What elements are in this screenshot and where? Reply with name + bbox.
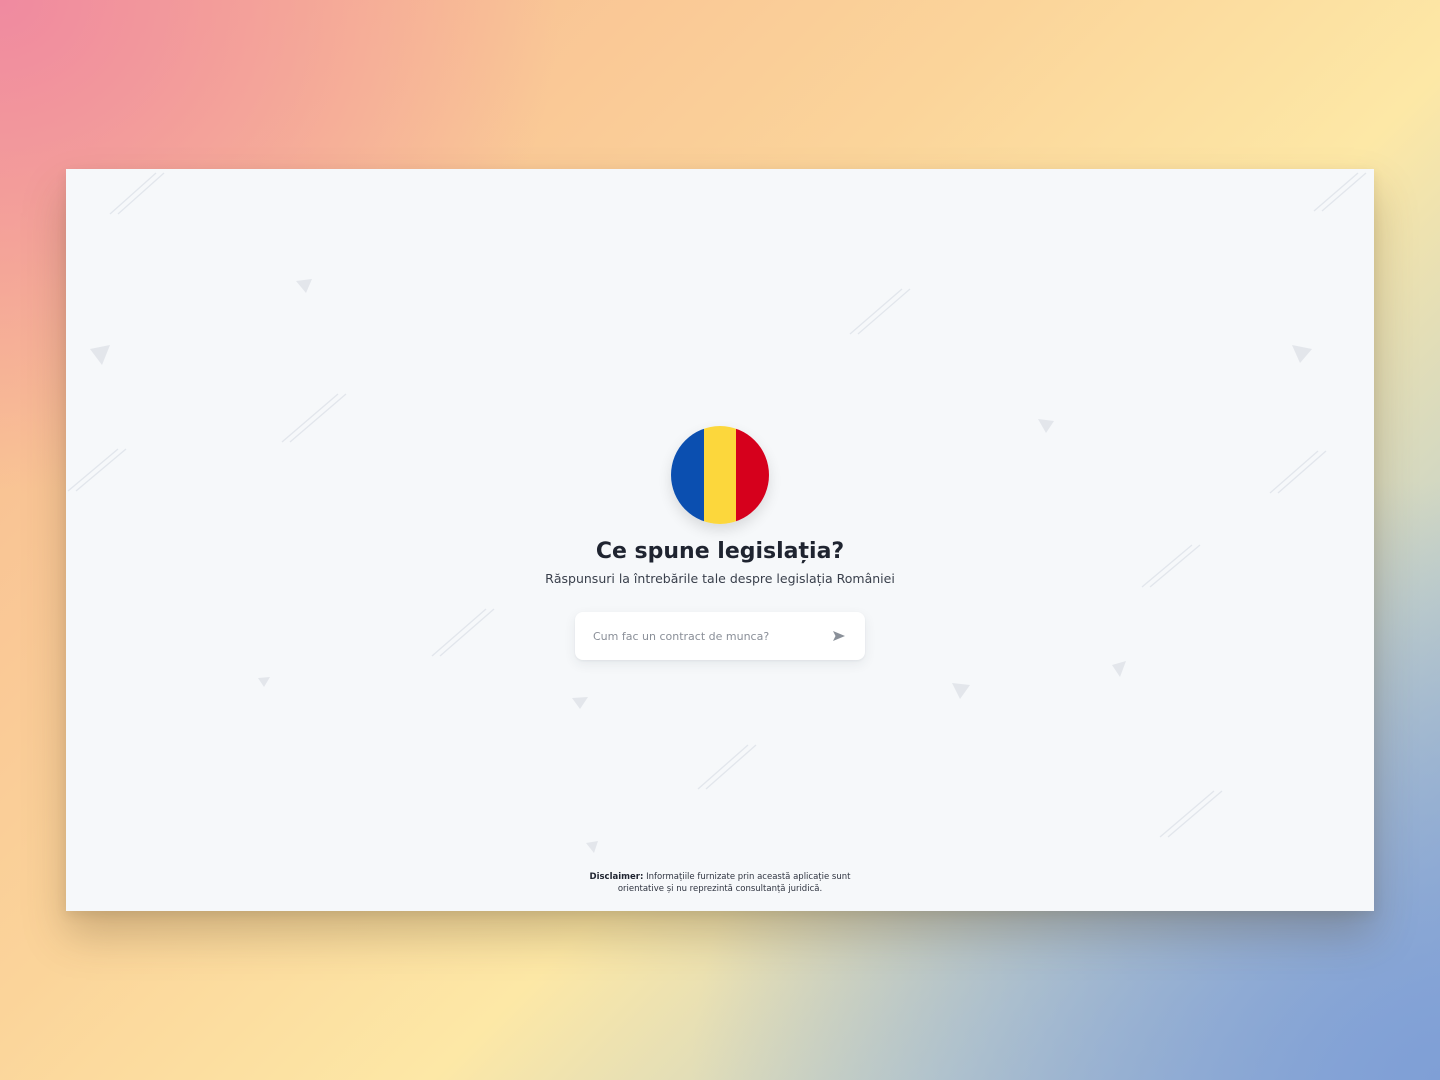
decor-arrow-icon — [572, 697, 588, 709]
search-box — [575, 612, 865, 660]
hero-section: Ce spune legislația? Răspunsuri la între… — [66, 426, 1374, 660]
decor-lines — [1313, 172, 1367, 212]
decor-arrow-icon — [258, 677, 270, 687]
disclaimer-label: Disclaimer: — [589, 872, 644, 882]
flag-stripe-red — [736, 426, 769, 524]
romania-flag-icon — [671, 426, 769, 524]
decor-arrow-icon — [1112, 661, 1126, 677]
flag-stripe-blue — [671, 426, 704, 524]
decor-lines — [849, 288, 911, 335]
decor-arrow-icon — [952, 683, 970, 699]
decor-arrow-icon — [586, 841, 598, 853]
flag-stripe-yellow — [703, 426, 737, 524]
disclaimer: Disclaimer: Informațiile furnizate prin … — [66, 871, 1374, 895]
decor-arrow-icon — [1292, 345, 1312, 363]
disclaimer-text-2: orientative și nu reprezintă consultanță… — [617, 884, 823, 894]
decor-arrow-icon — [296, 279, 312, 293]
disclaimer-text-1: Informațiile furnizate prin această apli… — [646, 872, 851, 882]
decor-lines — [1159, 790, 1223, 838]
page-title: Ce spune legislația? — [595, 539, 845, 564]
page-subtitle: Răspunsuri la întrebările tale despre le… — [545, 571, 895, 586]
disclaimer-line-1: Disclaimer: Informațiile furnizate prin … — [66, 871, 1374, 883]
app-window: Ce spune legislația? Răspunsuri la între… — [66, 169, 1374, 911]
search-input[interactable] — [593, 612, 823, 660]
decor-lines — [109, 172, 165, 215]
decor-lines — [697, 744, 757, 790]
send-arrow-icon — [833, 631, 845, 641]
decor-arrow-icon — [90, 345, 110, 365]
send-button[interactable] — [831, 628, 847, 644]
